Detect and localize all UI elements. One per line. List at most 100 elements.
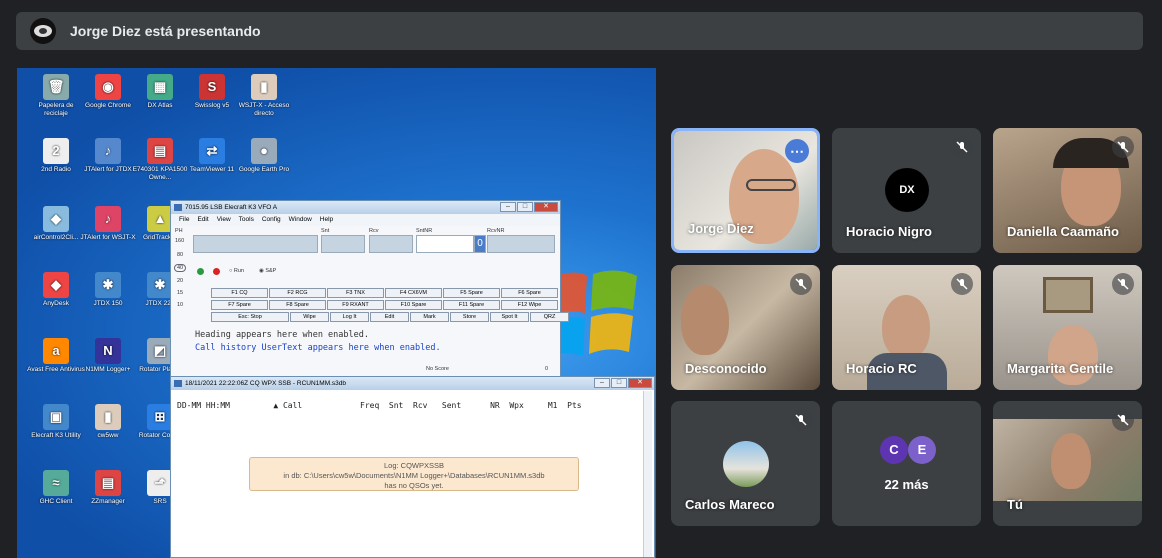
function-key-button[interactable]: F9 RXANT (327, 300, 384, 310)
desktop-app-icon: ✱ (95, 272, 121, 298)
band-20[interactable]: 20 (177, 278, 183, 284)
desktop-icon[interactable]: N N1MM Logger+ (79, 338, 137, 374)
snt-field[interactable] (321, 235, 365, 253)
rcv-field[interactable] (369, 235, 413, 253)
sp-radio[interactable]: ◉ S&P (259, 268, 276, 274)
function-key-button[interactable]: F10 Spare (385, 300, 442, 310)
participant-tile-daniella[interactable]: Daniella Caamaño (993, 128, 1142, 253)
log-close-button[interactable]: ✕ (628, 378, 652, 388)
desktop-icon-label: Elecraft K3 Utility (31, 432, 81, 439)
function-key-button[interactable]: F3 TNX (327, 288, 384, 298)
more-participants-tile[interactable]: C E 22 más (832, 401, 981, 526)
band-80[interactable]: 80 (177, 252, 183, 258)
function-key-button[interactable]: Spot It (490, 312, 529, 322)
band-160[interactable]: 160 (175, 238, 184, 244)
desktop-icon[interactable]: ◆ AnyDesk (27, 272, 85, 308)
desktop-icon[interactable]: ▣ Elecraft K3 Utility (27, 404, 85, 440)
participant-tile-desconocido[interactable]: Desconocido (671, 265, 820, 390)
menu-view[interactable]: View (217, 214, 231, 226)
desktop-icon[interactable]: ≈ GHC Client (27, 470, 85, 506)
function-key-button[interactable]: Log It (330, 312, 369, 322)
function-key-button[interactable]: F4 CX6VM (385, 288, 442, 298)
band-40[interactable]: 40 (174, 264, 187, 272)
function-key-button[interactable]: F7 Spare (211, 300, 268, 310)
desktop-icon[interactable]: ♪ JTAlert for JTDX (79, 138, 137, 174)
desktop-icon[interactable]: ⇄ TeamViewer 11 (183, 138, 241, 174)
sntnr-field[interactable] (416, 235, 474, 253)
participant-name: Jorge Diez (688, 221, 754, 236)
function-key-button[interactable]: F5 Spare (443, 288, 500, 298)
carlos-avatar (723, 441, 769, 487)
band-15[interactable]: 15 (177, 290, 183, 296)
function-key-button[interactable]: Mark (410, 312, 449, 322)
function-key-button[interactable]: F1 CQ (211, 288, 268, 298)
desktop-icon[interactable]: 🗑 Papelera de reciclaje (27, 74, 85, 118)
desktop-icon[interactable]: ▤ E740301 KPA1500 Owne... (131, 138, 189, 182)
function-key-button[interactable]: Wipe (290, 312, 329, 322)
desktop-icon-label: airControl2Cli... (33, 234, 79, 241)
function-key-button[interactable]: F12 Wipe (501, 300, 558, 310)
desktop-app-icon: ◆ (43, 206, 69, 232)
menu-edit[interactable]: Edit (197, 214, 208, 226)
desktop-icon[interactable]: ✱ JTDX 150 (79, 272, 137, 308)
desktop-app-icon: 🗑 (43, 74, 69, 100)
run-indicator-red (213, 268, 220, 275)
function-key-button[interactable]: F2 RCG (269, 288, 326, 298)
desktop-icon[interactable]: ♪ JTAlert for WSJT-X (79, 206, 137, 242)
desktop-icon[interactable]: ▤ ZZmanager (79, 470, 137, 506)
log-minimize-button[interactable]: – (594, 378, 610, 388)
band-10[interactable]: 10 (177, 302, 183, 308)
desktop-icon[interactable]: ▮ cw5ww (79, 404, 137, 440)
log-window-titlebar[interactable]: 18/11/2021 22:22:06Z CQ WPX SSB - RCUN1M… (171, 377, 654, 390)
call-field[interactable] (193, 235, 318, 253)
close-button[interactable]: ✕ (534, 202, 558, 212)
desktop-icon[interactable]: a Avast Free Antivirus (27, 338, 85, 374)
participant-tile-horacio-nigro[interactable]: DX Horacio Nigro (832, 128, 981, 253)
minimize-button[interactable]: – (500, 202, 516, 212)
desktop-icon-label: TeamViewer 11 (189, 166, 235, 173)
menu-window[interactable]: Window (289, 214, 312, 226)
function-key-button[interactable]: F8 Spare (269, 300, 326, 310)
desktop-app-icon: ≈ (43, 470, 69, 496)
participant-tile-carlos[interactable]: Carlos Mareco (671, 401, 820, 526)
menu-help[interactable]: Help (320, 214, 333, 226)
label-rcvnr: RcvNR (487, 228, 505, 234)
function-key-button[interactable]: QRZ (530, 312, 569, 322)
desktop-icon[interactable]: ▮ WSJT-X - Acceso directo (235, 74, 293, 118)
sp-label: S&P (265, 268, 277, 274)
participant-tile-self[interactable]: Tú (993, 401, 1142, 526)
function-key-button[interactable]: F6 Spare (501, 288, 558, 298)
label-sntnr: SntNR (416, 228, 433, 234)
participant-tile-jorge[interactable]: ⋯ Jorge Diez (671, 128, 820, 253)
function-key-button[interactable]: F11 Spare (443, 300, 500, 310)
participant-name: Margarita Gentile (1007, 361, 1114, 376)
desktop-icon[interactable]: S Swisslog v5 (183, 74, 241, 110)
n1mm-entry-window[interactable]: 7015.95 LSB Elecraft K3 VFO A – □ ✕ File… (170, 200, 569, 378)
participant-tile-margarita[interactable]: Margarita Gentile (993, 265, 1142, 390)
maximize-button[interactable]: □ (517, 202, 533, 212)
menu-tools[interactable]: Tools (239, 214, 254, 226)
desktop-icon[interactable]: ◉ Google Chrome (79, 74, 137, 110)
more-options-icon[interactable]: ⋯ (785, 139, 809, 163)
participant-tile-horacio-rc[interactable]: Horacio RC (832, 265, 981, 390)
desktop-icon[interactable]: 2 2nd Radio (27, 138, 85, 174)
desktop-app-icon: ● (251, 138, 277, 164)
log-column-header[interactable]: DD-MM HH:MM ▲ Call Freq Snt Rcv Sent NR … (177, 401, 582, 410)
rcvnr-field[interactable] (487, 235, 555, 253)
mic-muted-icon (1112, 273, 1134, 295)
run-radio[interactable]: ○ Run (229, 268, 244, 274)
sntnr-value[interactable]: 0 (474, 235, 486, 253)
n1mm-log-window[interactable]: 18/11/2021 22:22:06Z CQ WPX SSB - RCUN1M… (170, 376, 655, 558)
log-maximize-button[interactable]: □ (611, 378, 627, 388)
function-key-button[interactable]: Store (450, 312, 489, 322)
entry-window-titlebar[interactable]: 7015.95 LSB Elecraft K3 VFO A – □ ✕ (171, 201, 560, 214)
function-key-button[interactable]: Esc: Stop (211, 312, 289, 322)
desktop-icon-label: N1MM Logger+ (85, 366, 131, 373)
desktop-icon[interactable]: ● Google Earth Pro (235, 138, 293, 174)
desktop-icon[interactable]: ▦ DX Atlas (131, 74, 189, 110)
function-key-button[interactable]: Edit (370, 312, 409, 322)
menu-config[interactable]: Config (262, 214, 281, 226)
desktop-icon[interactable]: ◆ airControl2Cli... (27, 206, 85, 242)
log-scrollbar[interactable] (643, 391, 652, 557)
menu-file[interactable]: File (179, 214, 189, 226)
